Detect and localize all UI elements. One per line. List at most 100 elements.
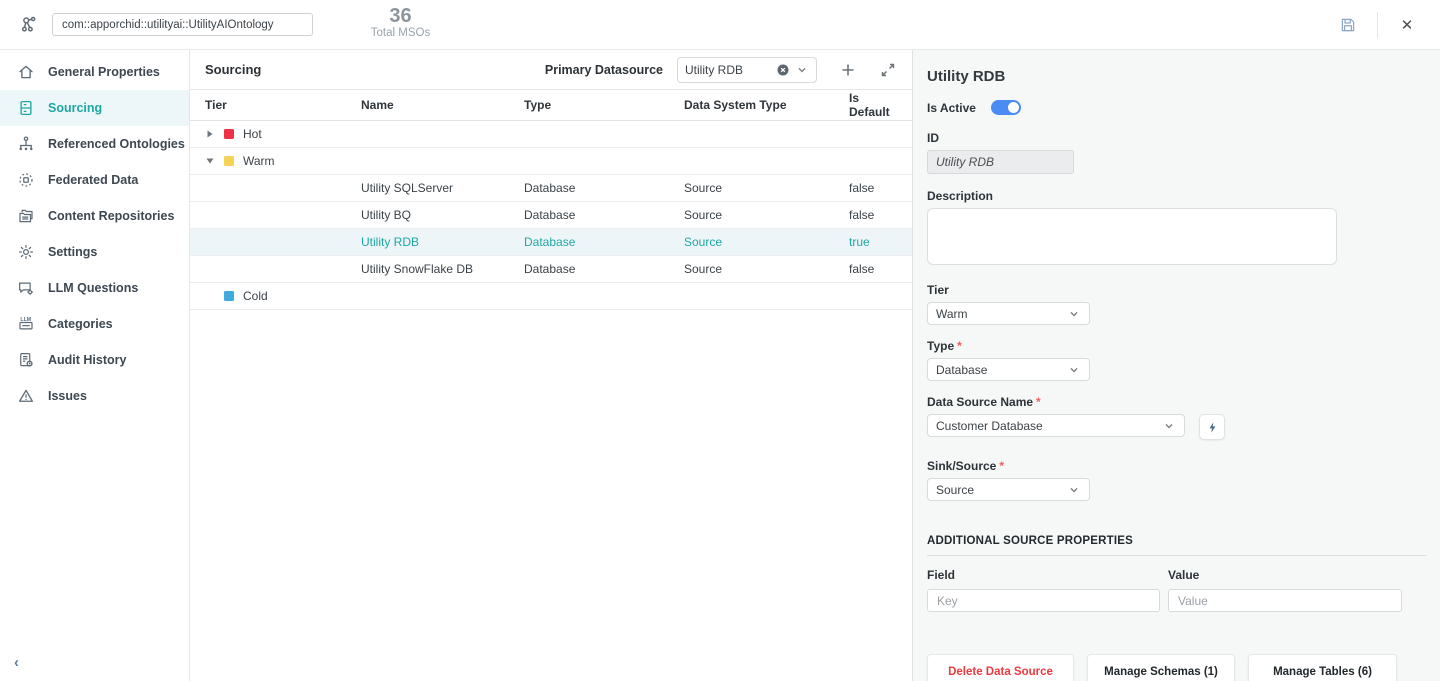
- sink-source-select[interactable]: Source: [927, 478, 1090, 501]
- manage-tables-button[interactable]: Manage Tables (6): [1248, 654, 1397, 681]
- cell-type: Database: [524, 235, 684, 249]
- plus-icon: [839, 61, 857, 79]
- required-marker: *: [1036, 395, 1041, 409]
- sink-source-label: Sink/Source*: [927, 459, 1426, 473]
- cell-is-default: false: [849, 208, 897, 222]
- tier-select[interactable]: Warm: [927, 302, 1090, 325]
- sidebar-item-categories[interactable]: LLM Categories: [0, 306, 189, 342]
- mso-count-value: 36: [358, 5, 443, 27]
- cell-type: Database: [524, 262, 684, 276]
- sidebar-item-llm-questions[interactable]: LLM Questions: [0, 270, 189, 306]
- column-header-type: Type: [524, 98, 684, 112]
- sidebar-item-label: Content Repositories: [48, 209, 174, 223]
- mso-counter: 36 Total MSOs: [358, 5, 443, 39]
- cell-is-default: false: [849, 181, 897, 195]
- sidebar-item-general-properties[interactable]: General Properties: [0, 54, 189, 90]
- type-select-value: Database: [936, 363, 1067, 377]
- data-source-name-select[interactable]: Customer Database: [927, 414, 1185, 437]
- additional-properties-title: ADDITIONAL SOURCE PROPERTIES: [927, 535, 1426, 556]
- sidebar-item-label: Sourcing: [48, 101, 102, 115]
- property-value-input[interactable]: [1168, 589, 1402, 612]
- is-active-label: Is Active: [927, 101, 976, 115]
- description-label: Description: [927, 189, 1426, 203]
- cell-data-system-type: Source: [684, 262, 849, 276]
- sidebar-item-audit-history[interactable]: Audit History: [0, 342, 189, 378]
- cell-is-default: false: [849, 262, 897, 276]
- expand-chevron-icon[interactable]: [205, 129, 215, 139]
- table-row-utility-rdb[interactable]: Utility RDB Database Source true: [190, 229, 912, 256]
- detail-title: Utility RDB: [927, 68, 1426, 85]
- value-column-label: Value: [1168, 568, 1402, 582]
- chat-gear-icon: [17, 279, 35, 297]
- cell-data-system-type: Source: [684, 208, 849, 222]
- chevron-down-icon: [795, 63, 809, 77]
- audit-icon: [17, 351, 35, 369]
- expand-panel-button[interactable]: [879, 61, 897, 79]
- sidebar-item-federated-data[interactable]: Federated Data: [0, 162, 189, 198]
- home-icon: [17, 63, 35, 81]
- collapse-chevron-icon[interactable]: [205, 156, 215, 166]
- sidebar-item-content-repositories[interactable]: Content Repositories: [0, 198, 189, 234]
- delete-data-source-button[interactable]: Delete Data Source: [927, 654, 1074, 681]
- table-row-utility-sqlserver[interactable]: Utility SQLServer Database Source false: [190, 175, 912, 202]
- tier-label: Warm: [243, 154, 275, 168]
- table-row-tier-warm[interactable]: Warm: [190, 148, 912, 175]
- required-marker: *: [957, 339, 962, 353]
- test-connection-button[interactable]: [1199, 414, 1225, 440]
- column-header-is-default: Is Default: [849, 91, 897, 119]
- ontology-id-input[interactable]: [52, 13, 313, 36]
- id-label: ID: [927, 131, 1426, 145]
- id-input[interactable]: [927, 150, 1074, 174]
- topbar-divider: [1377, 12, 1378, 38]
- add-datasource-button[interactable]: [839, 61, 857, 79]
- data-source-name-select-value: Customer Database: [936, 419, 1162, 433]
- cell-type: Database: [524, 181, 684, 195]
- save-icon: [1339, 16, 1357, 34]
- chevron-down-icon: [1162, 419, 1176, 433]
- tier-label: Cold: [243, 289, 268, 303]
- sidebar-item-label: Audit History: [48, 353, 126, 367]
- repositories-icon: [17, 207, 35, 225]
- sidebar-item-label: Categories: [48, 317, 113, 331]
- federated-icon: [17, 171, 35, 189]
- cell-is-default: true: [849, 235, 897, 249]
- sourcing-panel: Sourcing Primary Datasource Utility RDB: [190, 50, 913, 681]
- panel-title: Sourcing: [205, 62, 261, 77]
- sidebar-item-label: Settings: [48, 245, 97, 259]
- tier-label: Hot: [243, 127, 262, 141]
- top-bar: 36 Total MSOs ✕: [0, 0, 1440, 50]
- sidebar-item-settings[interactable]: Settings: [0, 234, 189, 270]
- primary-datasource-select[interactable]: Utility RDB: [677, 57, 817, 83]
- tier-color-hot: [224, 129, 234, 139]
- sidebar-item-referenced-ontologies[interactable]: Referenced Ontologies: [0, 126, 189, 162]
- toggle-knob: [1008, 102, 1019, 113]
- table-row-tier-cold[interactable]: Cold: [190, 283, 912, 310]
- close-button[interactable]: ✕: [1392, 10, 1422, 40]
- warning-icon: [17, 387, 35, 405]
- manage-schemas-button[interactable]: Manage Schemas (1): [1087, 654, 1235, 681]
- table-header-row: Tier Name Type Data System Type Is Defau…: [190, 90, 912, 121]
- ontology-icon: [17, 135, 35, 153]
- tier-color-warm: [224, 156, 234, 166]
- ontology-graph-icon: [18, 14, 40, 36]
- sidebar-item-sourcing[interactable]: Sourcing: [0, 90, 189, 126]
- is-active-toggle[interactable]: [991, 100, 1021, 115]
- clear-icon[interactable]: [776, 63, 790, 77]
- chevron-down-icon: [1067, 483, 1081, 497]
- table-row-utility-bq[interactable]: Utility BQ Database Source false: [190, 202, 912, 229]
- sidebar-collapse-button[interactable]: ‹: [10, 650, 23, 675]
- description-textarea[interactable]: [927, 208, 1337, 265]
- sidebar-item-issues[interactable]: Issues: [0, 378, 189, 414]
- primary-datasource-value: Utility RDB: [685, 63, 771, 77]
- tier-select-value: Warm: [936, 307, 1067, 321]
- table-row-utility-snowflake-db[interactable]: Utility SnowFlake DB Database Source fal…: [190, 256, 912, 283]
- required-marker: *: [999, 459, 1004, 473]
- type-select[interactable]: Database: [927, 358, 1090, 381]
- sidebar-item-label: LLM Questions: [48, 281, 138, 295]
- property-key-input[interactable]: [927, 589, 1160, 612]
- table-row-tier-hot[interactable]: Hot: [190, 121, 912, 148]
- save-button[interactable]: [1333, 10, 1363, 40]
- sourcing-icon: [17, 99, 35, 117]
- cell-name: Utility SnowFlake DB: [361, 262, 524, 276]
- cell-name: Utility BQ: [361, 208, 524, 222]
